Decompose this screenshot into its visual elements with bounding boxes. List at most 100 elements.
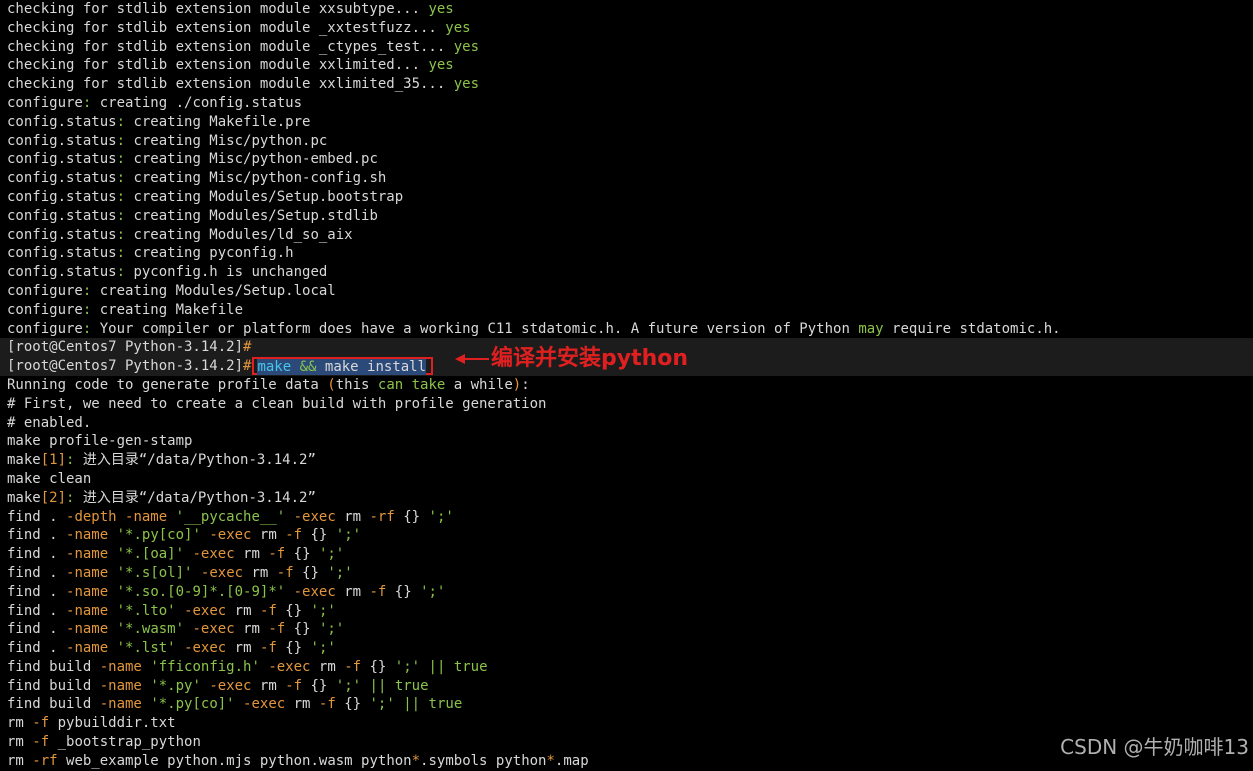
text-segment: -exec	[209, 527, 252, 544]
output-line: find . -name '*.lst' -exec rm -f {} ';'	[7, 639, 1253, 658]
text-segment: {}	[394, 508, 429, 525]
text-segment: config.status	[7, 188, 117, 205]
text-segment: Running code to generate profile data	[7, 376, 328, 393]
text-segment	[108, 546, 116, 562]
text-segment: [2]	[40, 489, 67, 506]
text-segment: ';'	[318, 621, 345, 638]
text-segment: -f	[32, 715, 50, 732]
text-segment: .map	[554, 752, 589, 769]
text-segment: -exec	[200, 564, 244, 581]
text-segment: {}	[302, 527, 336, 544]
text-segment: :	[521, 376, 530, 393]
output-line: make[2]: 进入目录“/data/Python-3.14.2”	[7, 489, 1253, 508]
text-segment: ';'	[310, 602, 336, 619]
text-segment: -name	[99, 658, 142, 675]
text-segment: config.status	[7, 207, 117, 224]
text-segment: rm	[7, 752, 33, 769]
text-segment	[108, 621, 116, 637]
text-segment: checking for stdlib extension module xxl…	[7, 76, 454, 93]
text-segment: -name	[66, 583, 109, 600]
annotation-text: 编译并安装python	[491, 346, 689, 371]
text-segment: -f	[276, 564, 294, 581]
text-segment: *	[546, 752, 555, 769]
annotation-callout: 编译并安装python	[455, 346, 688, 372]
text-segment: '__pycache__'	[175, 508, 286, 525]
output-line: find . -name '*.s[ol]' -exec rm -f {} ';…	[7, 564, 1253, 583]
text-segment	[108, 584, 116, 600]
text-segment: true	[453, 658, 488, 675]
output-line: checking for stdlib extension module xxs…	[7, 0, 1253, 19]
text-segment: '*.py[co]'	[150, 696, 235, 713]
text-segment: ||	[428, 658, 446, 675]
text-segment: config.status	[7, 264, 117, 281]
text-segment: {}	[285, 621, 319, 638]
text-segment: ';'	[335, 527, 362, 544]
text-segment	[108, 603, 116, 619]
text-segment: creating Makefile	[91, 301, 244, 318]
text-segment	[176, 603, 184, 619]
text-segment: -f	[32, 734, 50, 751]
text-segment: require stdatomic.h.	[883, 320, 1061, 337]
text-segment: find .	[7, 583, 67, 600]
text-segment: checking for stdlib extension module xxs…	[7, 1, 429, 17]
text-segment: :	[116, 170, 126, 187]
output-line: find build -name 'fficonfig.h' -exec rm …	[7, 658, 1253, 677]
text-segment: _bootstrap_python	[49, 734, 201, 751]
text-segment: config.status	[7, 132, 117, 149]
output-line: Running code to generate profile data (t…	[7, 376, 1253, 395]
output-line: checking for stdlib extension module _ct…	[7, 38, 1253, 57]
text-segment: find build	[7, 677, 100, 694]
text-segment: -f	[285, 527, 303, 544]
text-segment: -name	[99, 677, 142, 694]
text-segment	[420, 659, 428, 675]
text-segment	[235, 696, 243, 712]
text-segment: creating Misc/python-embed.pc	[125, 151, 378, 168]
text-segment: rm	[234, 621, 269, 638]
watermark: CSDN @牛奶咖啡13	[1060, 735, 1249, 759]
output-line: find build -name '*.py[co]' -exec rm -f …	[7, 695, 1253, 714]
output-line: config.status: creating Misc/python-embe…	[7, 150, 1253, 169]
text-segment: find build	[7, 696, 100, 713]
text-segment: rm	[335, 508, 370, 525]
text-segment: find .	[7, 508, 67, 525]
text-segment: -name	[66, 546, 109, 563]
text-segment: -f	[259, 640, 277, 657]
highlighted-command[interactable]: make && make install	[252, 357, 434, 376]
text-segment: rm	[243, 564, 277, 581]
text-segment: {}	[285, 546, 319, 563]
text-segment	[176, 640, 184, 656]
text-segment: :	[116, 188, 126, 205]
text-segment: yes	[453, 76, 480, 93]
text-segment: this	[335, 376, 378, 393]
text-segment: *	[411, 752, 421, 769]
text-segment: make	[7, 489, 41, 506]
text-segment: creating pyconfig.h	[125, 245, 294, 262]
text-segment: -name	[66, 564, 109, 581]
text-segment: config.status	[7, 151, 117, 168]
text-segment	[285, 509, 293, 525]
text-segment: creating Misc/python-config.sh	[125, 170, 387, 187]
text-segment: ';'	[335, 677, 362, 694]
text-segment: ';'	[327, 564, 353, 581]
text-segment: :	[116, 132, 126, 149]
text-segment: ';'	[369, 696, 395, 713]
text-segment: -f	[369, 583, 387, 600]
text-segment: {}	[361, 658, 395, 675]
text-segment: -f	[318, 696, 336, 713]
text-segment	[108, 527, 116, 543]
output-line: make[1]: 进入目录“/data/Python-3.14.2”	[7, 451, 1253, 470]
text-segment: -name	[66, 621, 109, 638]
text-segment: # enabled.	[7, 414, 92, 431]
text-segment: make	[257, 359, 292, 376]
output-line: find . -name '*.wasm' -exec rm -f {} ';'	[7, 620, 1253, 639]
text-segment: :	[116, 245, 126, 262]
output-line: make profile-gen-stamp	[7, 432, 1253, 451]
text-segment: '*.so.[0-9]*.[0-9]*'	[116, 583, 286, 600]
terminal-output[interactable]: checking for stdlib extension module xxs…	[0, 0, 1253, 769]
output-line: config.status: creating Modules/ld_so_ai…	[7, 226, 1253, 245]
text-segment: '*.py[co]'	[116, 527, 201, 544]
text-segment: {}	[335, 696, 370, 713]
text-segment: ||	[403, 696, 421, 713]
text-segment: '*.s[ol]'	[116, 564, 193, 581]
text-segment: yes	[445, 19, 471, 36]
